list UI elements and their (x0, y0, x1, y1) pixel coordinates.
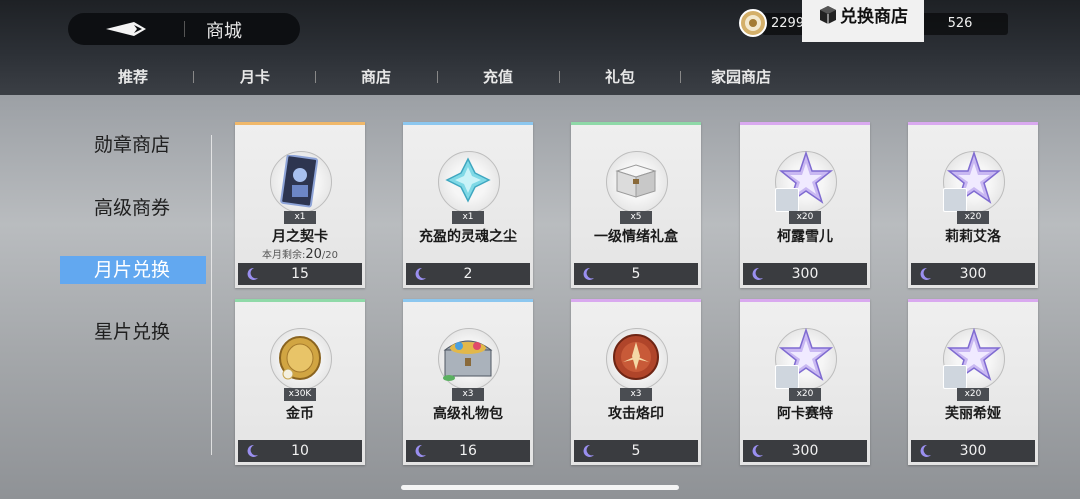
moon-crystal-icon (920, 267, 931, 280)
soul-dust-icon (445, 157, 491, 203)
treasure-chest-icon (443, 340, 493, 381)
character-avatar (775, 365, 799, 389)
gold-coin-icon (279, 336, 321, 380)
price-button[interactable]: 300 (743, 263, 867, 285)
item-name: 金币 (286, 406, 314, 422)
item-name: 充盈的灵魂之尘 (419, 229, 517, 245)
price-button[interactable]: 16 (406, 440, 530, 462)
price-button[interactable]: 300 (911, 263, 1035, 285)
price-button[interactable]: 5 (574, 263, 698, 285)
item-card[interactable]: x5 一级情绪礼盒 5 (571, 122, 701, 288)
item-name: 阿卡赛特 (777, 406, 833, 422)
moon-crystal-icon (752, 444, 763, 457)
purchase-limit-label: 本月剩余: (261, 250, 306, 261)
item-card[interactable]: x20 莉莉艾洛 300 (908, 122, 1038, 288)
price-value: 15 (291, 266, 309, 282)
moon-crystal-icon (247, 267, 258, 280)
item-card[interactable]: x30K 金币 10 (235, 299, 365, 465)
item-card[interactable]: x3 攻击烙印 5 (571, 299, 701, 465)
item-quantity: x20 (957, 388, 989, 401)
price-button[interactable]: 300 (743, 440, 867, 462)
price-value: 16 (459, 443, 477, 459)
purchase-limit-total: /20 (321, 250, 338, 261)
home-indicator[interactable] (401, 485, 679, 490)
item-quantity: x20 (789, 211, 821, 224)
moon-crystal-icon (583, 267, 594, 280)
item-quantity: x1 (284, 211, 316, 224)
item-name: 一级情绪礼盒 (594, 229, 678, 245)
item-card[interactable]: x1 月之契卡 本月剩余:20/20 15 (235, 122, 365, 288)
character-avatar (775, 188, 799, 212)
purchase-limit: 本月剩余:20/20 (235, 246, 365, 262)
purchase-limit-count: 20 (305, 247, 322, 262)
moon-crystal-icon (920, 444, 931, 457)
price-value: 5 (631, 266, 641, 282)
price-value: 300 (959, 443, 987, 459)
price-value: 300 (959, 266, 987, 282)
item-name: 月之契卡 (272, 229, 328, 245)
moon-crystal-icon (247, 444, 258, 457)
price-button[interactable]: 15 (238, 263, 362, 285)
item-card[interactable]: x20 柯露雪儿 300 (740, 122, 870, 288)
item-quantity: x30K (284, 388, 316, 401)
price-value: 2 (463, 266, 473, 282)
character-avatar (943, 365, 967, 389)
item-quantity: x1 (452, 211, 484, 224)
price-button[interactable]: 5 (574, 440, 698, 462)
item-card[interactable]: x20 芙丽希娅 300 (908, 299, 1038, 465)
item-grid: x1 月之契卡 本月剩余:20/20 15 x1 充盈的灵魂之尘 2 x5 一级… (0, 0, 1080, 499)
item-quantity: x5 (620, 211, 652, 224)
item-name: 攻击烙印 (608, 406, 664, 422)
item-card[interactable]: x3 高级礼物包 16 (403, 299, 533, 465)
moon-crystal-icon (752, 267, 763, 280)
item-name: 高级礼物包 (433, 406, 503, 422)
character-avatar (943, 188, 967, 212)
price-button[interactable]: 10 (238, 440, 362, 462)
moon-crystal-icon (415, 444, 426, 457)
price-button[interactable]: 300 (911, 440, 1035, 462)
price-value: 5 (631, 443, 641, 459)
attack-brand-icon (613, 334, 659, 380)
item-quantity: x20 (957, 211, 989, 224)
item-card[interactable]: x20 阿卡赛特 300 (740, 299, 870, 465)
price-value: 300 (791, 266, 819, 282)
price-button[interactable]: 2 (406, 263, 530, 285)
moon-crystal-icon (583, 444, 594, 457)
item-quantity: x3 (452, 388, 484, 401)
item-quantity: x20 (789, 388, 821, 401)
item-quantity: x3 (620, 388, 652, 401)
price-value: 300 (791, 443, 819, 459)
item-name: 莉莉艾洛 (945, 229, 1001, 245)
item-card[interactable]: x1 充盈的灵魂之尘 2 (403, 122, 533, 288)
moon-crystal-icon (415, 267, 426, 280)
item-name: 柯露雪儿 (777, 229, 833, 245)
gift-box-icon (615, 164, 657, 198)
price-value: 10 (291, 443, 309, 459)
moon-card-icon (280, 155, 319, 208)
item-name: 芙丽希娅 (945, 406, 1001, 422)
